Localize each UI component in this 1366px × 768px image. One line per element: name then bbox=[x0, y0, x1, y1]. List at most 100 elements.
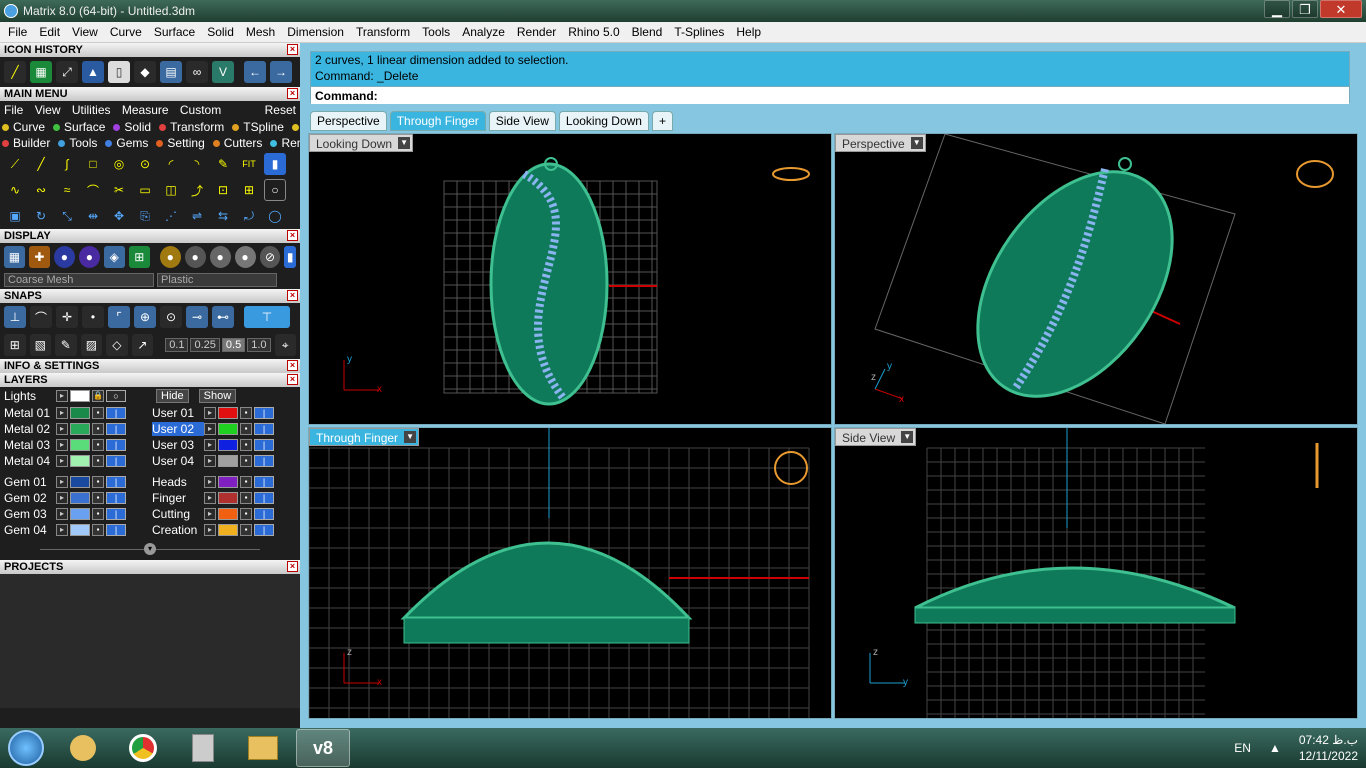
flow-icon[interactable]: ⇆ bbox=[212, 205, 234, 227]
layout-icon[interactable]: ⊞ bbox=[128, 246, 150, 268]
layer-row[interactable]: Heads ▸ ▪ | bbox=[148, 474, 298, 490]
mainmenu-view[interactable]: View bbox=[35, 103, 61, 117]
layer-color-swatch[interactable] bbox=[218, 455, 238, 467]
layer-color-swatch[interactable] bbox=[70, 524, 90, 536]
layer-row[interactable]: User 01 ▸ ▪ | bbox=[148, 405, 298, 421]
hatch-snap-icon[interactable]: ▨ bbox=[80, 334, 103, 356]
expand-arrow-icon[interactable]: ▸ bbox=[56, 508, 68, 520]
info-settings-header[interactable]: INFO & SETTINGS × bbox=[0, 359, 300, 373]
silver-material-icon[interactable]: ● bbox=[184, 246, 206, 268]
curve-tool-icon[interactable]: ∫ bbox=[56, 153, 78, 175]
display-header[interactable]: DISPLAY × bbox=[0, 229, 300, 243]
layer-row[interactable]: Metal 02 ▸ ▪ | bbox=[0, 421, 148, 437]
layer-row[interactable]: User 04 ▸ ▪ | bbox=[148, 453, 298, 469]
ellipse-icon[interactable]: ⊙ bbox=[134, 153, 156, 175]
start-button[interactable] bbox=[8, 730, 44, 766]
rectangle-icon[interactable]: □ bbox=[82, 153, 104, 175]
orient-icon[interactable]: ⇌ bbox=[186, 205, 208, 227]
join-icon[interactable]: ⊞ bbox=[238, 179, 260, 201]
menu-mesh[interactable]: Mesh bbox=[240, 25, 281, 39]
menu-surface[interactable]: Surface bbox=[148, 25, 201, 39]
lock-icon[interactable]: ▪ bbox=[240, 524, 252, 536]
matte-material-icon[interactable]: ● bbox=[234, 246, 256, 268]
cone-icon[interactable]: ▲ bbox=[82, 61, 104, 83]
center-snap-icon[interactable]: ⌜ bbox=[108, 306, 130, 328]
lock-icon[interactable]: ▪ bbox=[240, 476, 252, 488]
pen-snap-icon[interactable]: ✎ bbox=[55, 334, 77, 356]
layer-color-swatch[interactable] bbox=[70, 407, 90, 419]
visibility-toggle[interactable]: | bbox=[106, 439, 126, 451]
mid-snap-icon[interactable]: • bbox=[82, 306, 104, 328]
visibility-toggle[interactable]: | bbox=[254, 508, 274, 520]
minimize-button[interactable]: ▁ bbox=[1264, 0, 1290, 18]
expand-arrow-icon[interactable]: ▸ bbox=[204, 423, 216, 435]
tab-through-finger[interactable]: Through Finger bbox=[389, 111, 486, 131]
chrome-material-icon[interactable]: ● bbox=[209, 246, 231, 268]
fillet-icon[interactable]: ⌒ bbox=[82, 179, 104, 201]
category-setting[interactable]: Setting bbox=[156, 136, 208, 150]
category-render[interactable]: Render bbox=[270, 136, 300, 150]
circle-icon[interactable]: ◎ bbox=[108, 153, 130, 175]
grid-icon[interactable]: ▦ bbox=[30, 61, 52, 83]
wireframe-icon[interactable]: ▦ bbox=[4, 246, 25, 268]
expand-arrow-icon[interactable]: ▸ bbox=[204, 455, 216, 467]
category-gems[interactable]: Gems bbox=[105, 136, 152, 150]
int-snap-icon[interactable]: ⊕ bbox=[134, 306, 156, 328]
layer-row[interactable]: Finger ▸ ▪ | bbox=[148, 490, 298, 506]
layer-color-swatch[interactable] bbox=[218, 407, 238, 419]
close-icon[interactable]: × bbox=[287, 290, 298, 301]
line-tool-icon[interactable]: ╱ bbox=[30, 153, 52, 175]
visibility-toggle[interactable]: | bbox=[254, 492, 274, 504]
visibility-toggle[interactable]: | bbox=[106, 455, 126, 467]
expand-arrow-icon[interactable]: ▸ bbox=[56, 455, 68, 467]
mainmenu-custom[interactable]: Custom bbox=[180, 103, 221, 117]
layer-color-swatch[interactable] bbox=[70, 508, 90, 520]
lock-icon[interactable]: ▪ bbox=[92, 423, 104, 435]
layer-row[interactable]: Gem 03 ▸ ▪ | bbox=[0, 506, 148, 522]
close-icon[interactable]: × bbox=[287, 44, 298, 55]
paint-app-icon[interactable] bbox=[56, 729, 110, 767]
offset-icon[interactable]: ∾ bbox=[30, 179, 52, 201]
layer-color-swatch[interactable] bbox=[70, 455, 90, 467]
menu-tsplines[interactable]: T-Splines bbox=[668, 25, 730, 39]
layer-row[interactable]: Gem 04 ▸ ▪ | bbox=[0, 522, 148, 538]
mainmenu-file[interactable]: File bbox=[4, 103, 23, 117]
layer-color-swatch[interactable] bbox=[70, 423, 90, 435]
layer-color-swatch[interactable] bbox=[70, 476, 90, 488]
lock-icon[interactable]: ▪ bbox=[92, 492, 104, 504]
arc2-icon[interactable]: ◝ bbox=[186, 153, 208, 175]
menu-file[interactable]: File bbox=[2, 25, 33, 39]
edit-points-icon[interactable]: ✎ bbox=[212, 153, 234, 175]
gem-icon[interactable]: ◆ bbox=[134, 61, 156, 83]
expand-arrow-icon[interactable]: ▸ bbox=[56, 439, 68, 451]
wave-icon[interactable]: ∿ bbox=[4, 179, 26, 201]
menu-analyze[interactable]: Analyze bbox=[456, 25, 511, 39]
layers-scroll[interactable]: ▾ bbox=[0, 538, 300, 560]
expand-arrow-icon[interactable]: ▸ bbox=[204, 439, 216, 451]
expand-arrow-icon[interactable]: ▸ bbox=[204, 492, 216, 504]
lock-icon[interactable]: ▪ bbox=[240, 439, 252, 451]
tray-expand-icon[interactable]: ▲ bbox=[1269, 741, 1281, 755]
layer-row[interactable]: User 02 ▸ ▪ | bbox=[148, 421, 298, 437]
visibility-toggle[interactable]: | bbox=[254, 423, 274, 435]
fit-icon[interactable]: FIT bbox=[238, 153, 260, 175]
pointer-snap-icon[interactable]: ↗ bbox=[131, 334, 154, 356]
array-icon[interactable]: ⋰ bbox=[160, 205, 182, 227]
visibility-toggle[interactable]: ○ bbox=[106, 390, 126, 402]
move-icon[interactable]: ⤢ bbox=[56, 61, 78, 83]
ring-icon[interactable]: ◯ bbox=[264, 205, 286, 227]
menu-view[interactable]: View bbox=[66, 25, 104, 39]
expand-arrow-icon[interactable]: ▸ bbox=[56, 524, 68, 536]
viewport-through-finger[interactable]: x z Through Finger ▼ bbox=[308, 427, 832, 719]
category-tools[interactable]: Tools bbox=[58, 136, 101, 150]
close-icon[interactable]: × bbox=[287, 360, 298, 371]
close-icon[interactable]: × bbox=[287, 88, 298, 99]
lock-icon[interactable]: 🔒 bbox=[92, 390, 104, 402]
visibility-toggle[interactable]: | bbox=[106, 407, 126, 419]
v-logo-icon[interactable]: V bbox=[212, 61, 234, 83]
category-surface[interactable]: Surface bbox=[53, 120, 109, 134]
visibility-toggle[interactable]: | bbox=[254, 476, 274, 488]
visibility-toggle[interactable]: | bbox=[106, 492, 126, 504]
option-icon[interactable]: ○ bbox=[264, 179, 286, 201]
rebuild-icon[interactable]: ⊡ bbox=[212, 179, 234, 201]
